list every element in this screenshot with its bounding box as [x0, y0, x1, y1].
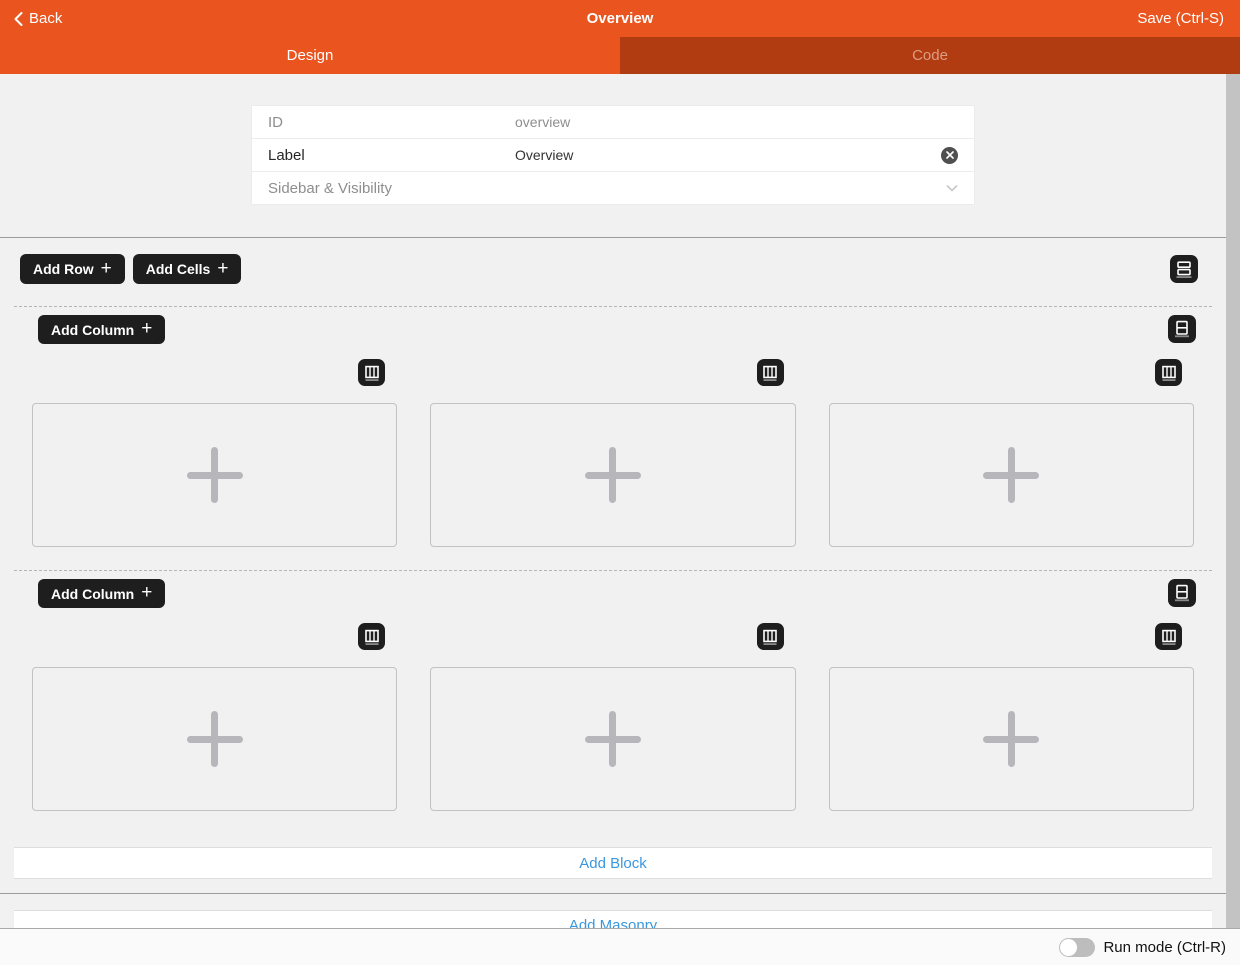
prop-row-sidebar-visibility[interactable]: Sidebar & Visibility: [252, 172, 974, 204]
toggle-knob: [1060, 939, 1077, 956]
columns-icon[interactable]: [757, 623, 784, 650]
bottom-bar: Run mode (Ctrl-R): [0, 928, 1240, 965]
add-column-label: Add Column: [51, 322, 134, 338]
id-label: ID: [268, 114, 515, 131]
plus-icon: [187, 711, 243, 767]
clear-icon[interactable]: [941, 147, 958, 164]
row-1-cell-icons: [14, 359, 1212, 386]
columns-icon[interactable]: [358, 359, 385, 386]
run-mode-label: Run mode (Ctrl-R): [1103, 939, 1226, 956]
row-icon[interactable]: [1168, 579, 1196, 607]
add-column-button[interactable]: Add Column +: [38, 315, 165, 344]
builder-toolbar: Add Row + Add Cells +: [0, 238, 1240, 284]
row-icon[interactable]: [1168, 315, 1196, 343]
id-value: overview: [515, 114, 958, 130]
plus-icon: [983, 447, 1039, 503]
prop-row-id[interactable]: ID overview: [252, 106, 974, 139]
empty-cell-add-target[interactable]: [829, 667, 1194, 811]
row-2-cells: [14, 667, 1212, 811]
builder-row-1: Add Column +: [14, 306, 1212, 547]
add-column-label: Add Column: [51, 586, 134, 602]
row-1-cells: [14, 403, 1212, 547]
rows-layout-icon[interactable]: [1170, 255, 1198, 283]
run-mode-toggle[interactable]: [1059, 938, 1095, 957]
builder-row-2: Add Column +: [14, 570, 1212, 811]
label-label: Label: [268, 147, 515, 164]
page-title: Overview: [0, 10, 1240, 27]
plus-icon: +: [217, 259, 228, 278]
empty-cell-add-target[interactable]: [430, 667, 795, 811]
tab-bar: Design Code: [0, 37, 1240, 74]
empty-cell-add-target[interactable]: [430, 403, 795, 547]
add-cells-label: Add Cells: [146, 261, 211, 277]
add-cells-button[interactable]: Add Cells +: [133, 254, 242, 284]
columns-icon[interactable]: [1155, 623, 1182, 650]
plus-icon: [585, 711, 641, 767]
columns-icon[interactable]: [1155, 359, 1182, 386]
label-value: Overview: [515, 147, 941, 163]
back-label: Back: [29, 10, 62, 27]
add-row-button[interactable]: Add Row +: [20, 254, 125, 284]
add-block-button[interactable]: Add Block: [14, 847, 1212, 879]
vertical-scrollbar[interactable]: [1226, 74, 1240, 928]
plus-icon: [187, 447, 243, 503]
tab-code[interactable]: Code: [620, 37, 1240, 74]
main-content: ID overview Label Overview Sidebar & Vis…: [0, 74, 1240, 928]
title-bar: Back Overview Save (Ctrl-S): [0, 0, 1240, 37]
row-2-head: Add Column +: [14, 571, 1212, 608]
columns-icon[interactable]: [358, 623, 385, 650]
save-button[interactable]: Save (Ctrl-S): [1137, 10, 1224, 27]
chevron-down-icon: [946, 184, 958, 192]
plus-icon: +: [141, 319, 152, 338]
add-column-button[interactable]: Add Column +: [38, 579, 165, 608]
empty-cell-add-target[interactable]: [829, 403, 1194, 547]
tab-design[interactable]: Design: [0, 37, 620, 74]
row-1-head: Add Column +: [14, 307, 1212, 344]
sidebar-visibility-label: Sidebar & Visibility: [268, 180, 946, 197]
prop-row-label[interactable]: Label Overview: [252, 139, 974, 172]
add-masonry-button[interactable]: Add Masonry: [14, 910, 1212, 928]
plus-icon: [983, 711, 1039, 767]
back-button[interactable]: Back: [14, 10, 62, 27]
layout-builder: Add Row + Add Cells + Add Column: [0, 237, 1240, 894]
empty-cell-add-target[interactable]: [32, 403, 397, 547]
properties-card: ID overview Label Overview Sidebar & Vis…: [252, 106, 974, 204]
columns-icon[interactable]: [757, 359, 784, 386]
empty-cell-add-target[interactable]: [32, 667, 397, 811]
plus-icon: +: [141, 583, 152, 602]
add-row-label: Add Row: [33, 261, 94, 277]
row-2-cell-icons: [14, 623, 1212, 650]
back-chevron-icon: [14, 12, 23, 26]
plus-icon: +: [101, 259, 112, 278]
plus-icon: [585, 447, 641, 503]
